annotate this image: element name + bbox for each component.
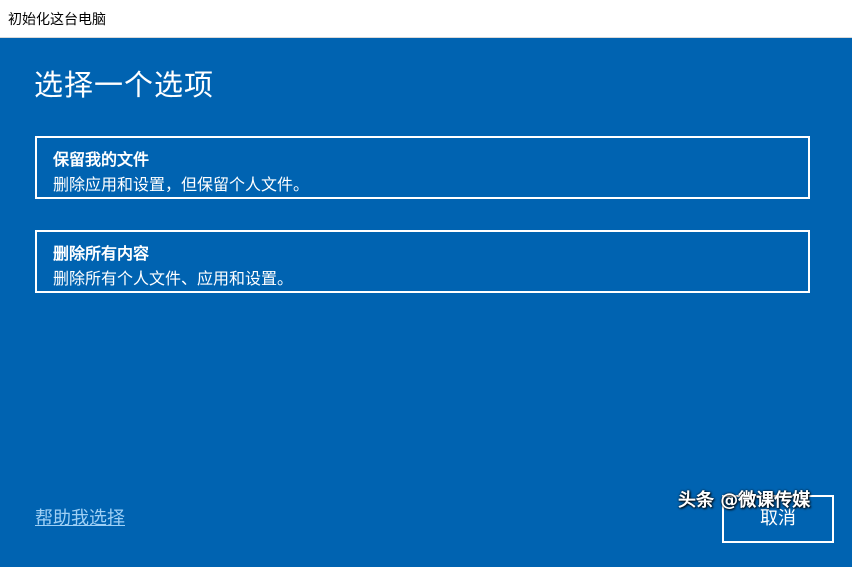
window-title: 初始化这台电脑 [8, 12, 106, 28]
option-title: 删除所有内容 [53, 244, 150, 263]
page-title: 选择一个选项 [34, 68, 215, 102]
reset-pc-window: 初始化这台电脑 选择一个选项 保留我的文件 删除应用和设置，但保留个人文件。 删… [0, 0, 852, 567]
keep-my-files-option[interactable]: 保留我的文件 删除应用和设置，但保留个人文件。 [35, 136, 810, 199]
title-bar: 初始化这台电脑 [0, 0, 852, 38]
option-description: 删除所有个人文件、应用和设置。 [53, 269, 294, 288]
option-description: 删除应用和设置，但保留个人文件。 [53, 175, 310, 194]
option-title: 保留我的文件 [53, 150, 150, 169]
remove-everything-option[interactable]: 删除所有内容 删除所有个人文件、应用和设置。 [35, 230, 810, 293]
help-me-choose-link[interactable]: 帮助我选择 [35, 504, 125, 530]
watermark: 头条 @微课传媒 [678, 490, 811, 511]
